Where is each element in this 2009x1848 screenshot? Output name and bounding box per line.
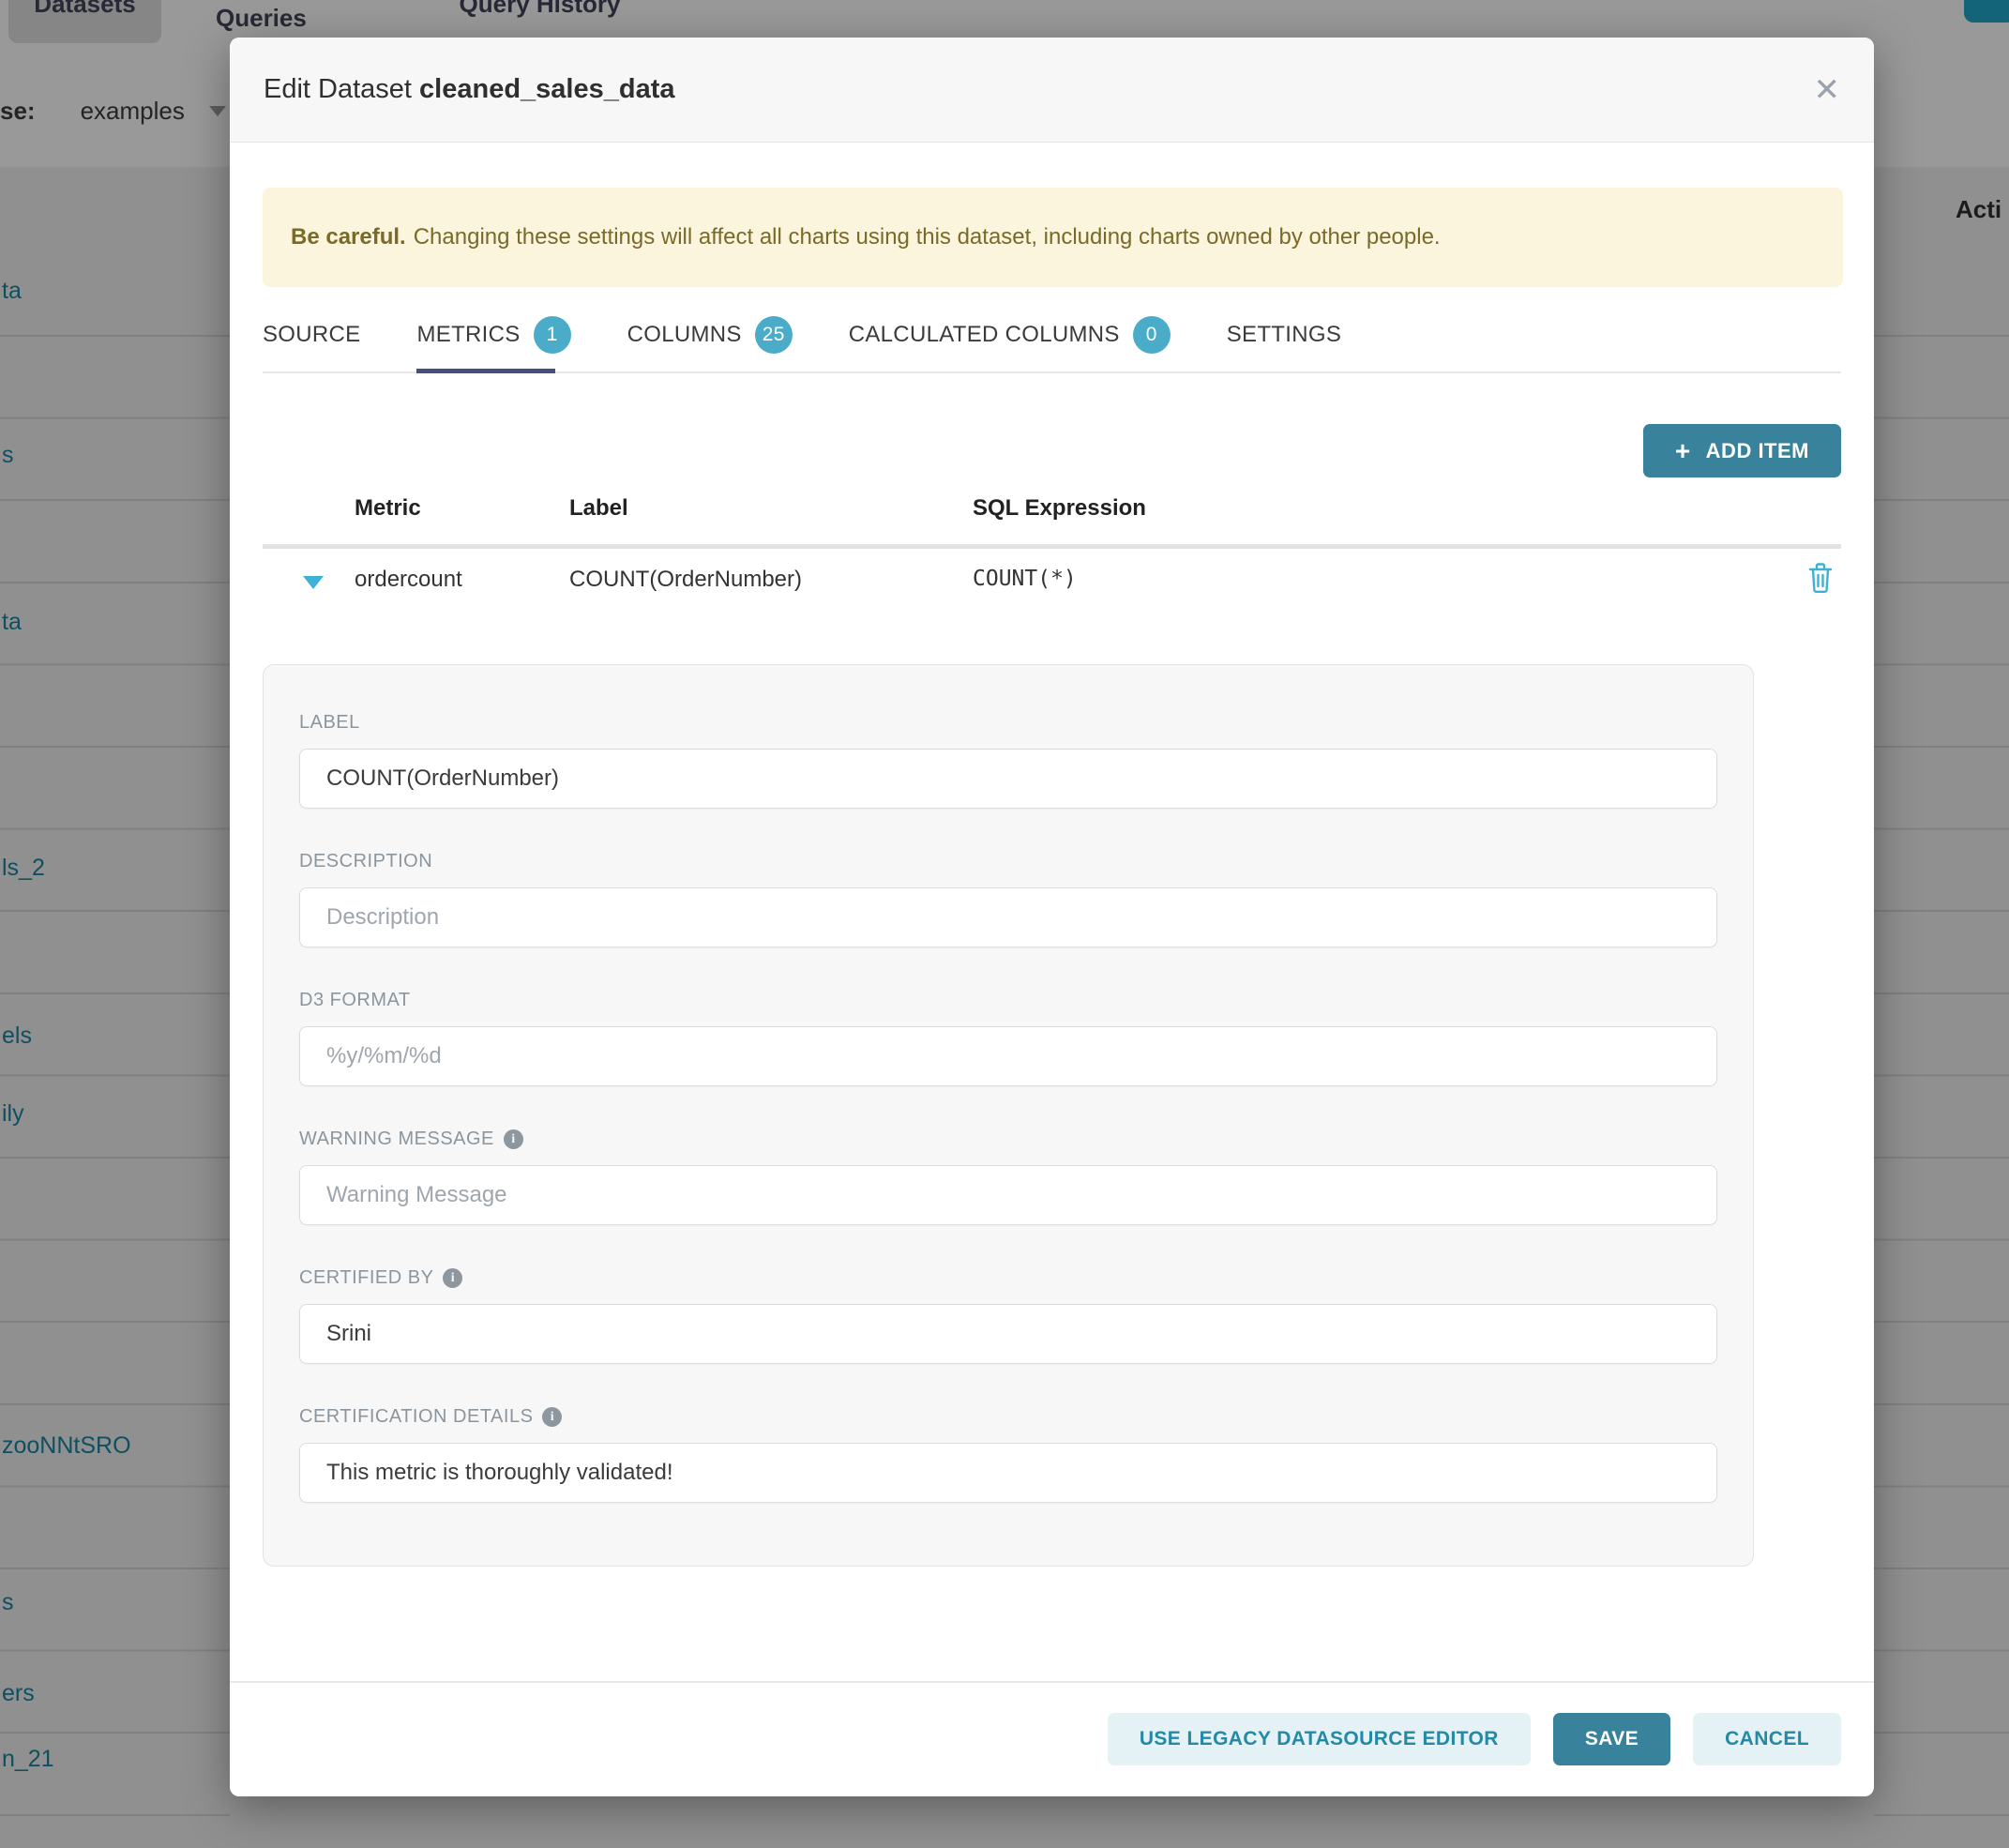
field-d3-format-caption: D3 FORMAT — [299, 990, 1715, 1011]
d3-format-input[interactable] — [299, 1026, 1717, 1086]
field-caption-text: CERTIFIED BY — [299, 1267, 433, 1289]
save-button[interactable]: SAVE — [1553, 1713, 1670, 1765]
field-caption-text: CERTIFICATION DETAILS — [299, 1406, 533, 1428]
warning-banner: Be careful. Changing these settings will… — [263, 188, 1843, 287]
screen: Datasets Saved Queries Query History se:… — [0, 0, 2009, 1848]
field-certified-by: CERTIFIED BY i — [299, 1267, 1715, 1289]
tab-settings-label: SETTINGS — [1227, 322, 1341, 348]
modal-title-prefix: Edit Dataset — [264, 74, 412, 104]
field-label-caption: LABEL — [299, 712, 1715, 734]
metric-row: ordercount COUNT(OrderNumber) COUNT(*) — [230, 561, 1874, 602]
tab-calculated-columns-badge: 0 — [1133, 316, 1171, 354]
tab-metrics-label: METRICS — [416, 322, 520, 348]
tab-columns-label: COLUMNS — [627, 322, 742, 348]
label-column-header: Label — [569, 495, 628, 522]
modal-title-dataset-name: cleaned_sales_data — [419, 74, 674, 104]
warning-message-input[interactable] — [299, 1165, 1717, 1225]
field-description-caption: DESCRIPTION — [299, 851, 1715, 872]
info-icon[interactable]: i — [542, 1407, 562, 1427]
tab-metrics[interactable]: METRICS 1 — [416, 308, 570, 362]
metric-name: ordercount — [355, 567, 462, 593]
info-icon[interactable]: i — [443, 1268, 462, 1288]
field-label: LABEL — [299, 712, 1715, 734]
plus-icon: + — [1675, 438, 1691, 464]
warning-banner-bold: Be careful. — [291, 224, 406, 250]
field-warning-message: WARNING MESSAGE i — [299, 1128, 1715, 1150]
tab-calculated-columns[interactable]: CALCULATED COLUMNS 0 — [849, 308, 1171, 362]
trash-icon[interactable] — [1805, 561, 1835, 598]
field-certified-by-caption: CERTIFIED BY i — [299, 1267, 1715, 1289]
warning-banner-text: Changing these settings will affect all … — [414, 224, 1441, 250]
cancel-button[interactable]: CANCEL — [1693, 1713, 1841, 1765]
tab-settings[interactable]: SETTINGS — [1227, 308, 1341, 362]
field-caption-text: D3 FORMAT — [299, 990, 411, 1011]
expand-caret-icon[interactable] — [303, 576, 324, 589]
tab-source[interactable]: SOURCE — [263, 308, 360, 362]
field-certification-details: CERTIFICATION DETAILS i — [299, 1406, 1715, 1428]
add-item-button-label: ADD ITEM — [1706, 439, 1809, 463]
footer-divider — [230, 1681, 1874, 1683]
metric-detail-panel: LABEL DESCRIPTION D3 FORMAT WARNING MESS… — [263, 664, 1754, 1567]
sql-expression-column-header: SQL Expression — [973, 495, 1146, 522]
active-tab-underline — [416, 369, 555, 373]
field-warning-message-caption: WARNING MESSAGE i — [299, 1128, 1715, 1150]
tab-columns-badge: 25 — [755, 316, 793, 354]
modal-footer: USE LEGACY DATASOURCE EDITOR SAVE CANCEL — [1108, 1713, 1841, 1765]
description-input[interactable] — [299, 887, 1717, 947]
edit-dataset-modal: Edit Dataset cleaned_sales_data ✕ Be car… — [230, 38, 1874, 1796]
tab-calculated-columns-label: CALCULATED COLUMNS — [849, 322, 1120, 348]
field-certification-details-caption: CERTIFICATION DETAILS i — [299, 1406, 1715, 1428]
use-legacy-datasource-editor-button[interactable]: USE LEGACY DATASOURCE EDITOR — [1108, 1713, 1531, 1765]
field-caption-text: DESCRIPTION — [299, 851, 432, 872]
metric-sql-expression: COUNT(*) — [973, 567, 1077, 591]
field-caption-text: WARNING MESSAGE — [299, 1128, 494, 1150]
modal-title: Edit Dataset cleaned_sales_data — [264, 74, 675, 105]
metric-column-header: Metric — [355, 495, 421, 522]
add-item-button[interactable]: + ADD ITEM — [1643, 424, 1841, 477]
certification-details-input[interactable] — [299, 1443, 1717, 1503]
modal-tabs: SOURCE METRICS 1 COLUMNS 25 CALCULATED C… — [263, 308, 1341, 362]
tab-source-label: SOURCE — [263, 322, 360, 348]
info-icon[interactable]: i — [504, 1129, 523, 1149]
metric-label: COUNT(OrderNumber) — [569, 567, 802, 593]
field-description: DESCRIPTION — [299, 851, 1715, 872]
field-caption-text: LABEL — [299, 712, 360, 734]
tab-metrics-badge: 1 — [534, 316, 571, 354]
tab-columns[interactable]: COLUMNS 25 — [627, 308, 793, 362]
field-d3-format: D3 FORMAT — [299, 990, 1715, 1011]
certified-by-input[interactable] — [299, 1304, 1717, 1364]
label-input[interactable] — [299, 749, 1717, 809]
modal-header: Edit Dataset cleaned_sales_data ✕ — [230, 38, 1874, 143]
metrics-table-divider — [263, 544, 1841, 549]
close-icon[interactable]: ✕ — [1814, 74, 1841, 106]
